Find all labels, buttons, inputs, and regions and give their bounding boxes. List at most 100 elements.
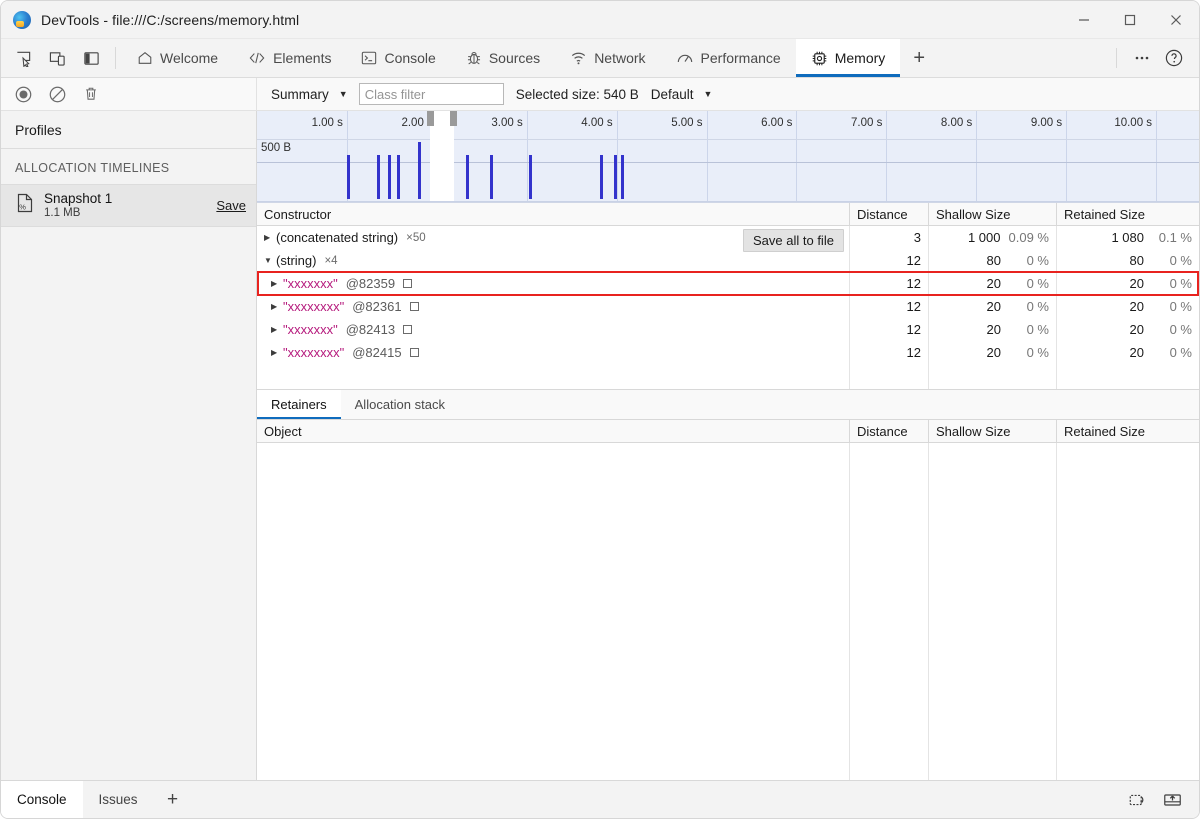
chevron-down-icon[interactable]: ▼ [264,257,276,265]
restore-drawer-icon[interactable] [1123,785,1153,815]
size-percent: 0 % [1009,299,1049,314]
timeline-bar [600,155,603,199]
timeline-y-label: 500 B [261,142,291,154]
bottom-drawer: Console Issues + [1,780,1199,818]
column-header-shallow-size[interactable]: Shallow Size [929,420,1057,442]
size-value: 20 [1130,345,1144,360]
reveal-object-icon[interactable] [403,279,412,288]
tab-allocation-stack[interactable]: Allocation stack [341,390,459,419]
reveal-object-icon[interactable] [410,302,419,311]
tab-elements[interactable]: Elements [233,39,346,77]
table-row[interactable]: ▶(concatenated string)×5031 0000.09 %1 0… [257,226,1199,249]
timeline-window-handle-left[interactable] [427,111,434,126]
view-mode-select[interactable]: Summary ▼ [267,85,351,104]
save-all-to-file-button[interactable]: Save all to file [743,229,844,252]
chevron-right-icon[interactable]: ▶ [271,303,283,311]
tab-network[interactable]: Network [555,39,660,77]
column-header-distance[interactable]: Distance [850,203,929,225]
cell-retained-size: 1 080 0.1 % [1057,226,1199,249]
cell-retained-size: 800 % [1057,249,1199,272]
column-header-retained-size[interactable]: Retained Size [1057,203,1199,225]
cell-constructor: ▼(string)×4 [257,249,850,272]
drawer-add-tab-button[interactable]: + [154,781,192,818]
column-header-object[interactable]: Object [257,420,850,442]
tab-performance[interactable]: Performance [661,39,796,77]
profiles-sidebar: Profiles ALLOCATION TIMELINES % Snapshot… [1,111,257,780]
tab-label: Console [17,792,67,807]
code-brackets-icon [248,50,266,66]
tab-retainers[interactable]: Retainers [257,390,341,419]
chevron-right-icon[interactable]: ▶ [271,326,283,334]
reveal-object-icon[interactable] [410,348,419,357]
reveal-object-icon[interactable] [403,325,412,334]
tab-console[interactable]: Console [346,39,450,77]
size-percent: 0.1 % [1152,230,1192,245]
timeline-gridline [707,111,708,202]
more-vertical-icon[interactable] [1127,43,1157,73]
tab-welcome[interactable]: Welcome [122,39,233,77]
cell-shallow-size: 20 0 % [929,295,1057,318]
clear-icon[interactable] [43,81,71,107]
column-header-shallow-size[interactable]: Shallow Size [929,203,1057,225]
base-snapshot-select[interactable]: Default ▼ [647,85,716,104]
minimize-icon[interactable] [1061,1,1107,39]
devtools-window: DevTools - file:///C:/screens/memory.htm… [0,0,1200,819]
size-value: 1 000 [968,230,1001,245]
object-value: "xxxxxxx" [283,322,338,337]
inspect-element-icon[interactable] [9,44,37,72]
timeline-tick-label: 3.00 s [491,117,526,129]
drawer-tab-issues[interactable]: Issues [83,781,154,818]
record-icon[interactable] [9,81,37,107]
timeline-selection-window[interactable] [430,111,454,202]
retainers-distance-column [850,443,929,780]
timeline-window-handle-right[interactable] [450,111,457,126]
help-circle-icon[interactable] [1159,43,1189,73]
tab-sources[interactable]: Sources [451,39,555,77]
trash-icon[interactable] [77,81,105,107]
wifi-icon [570,50,587,66]
drawer-tab-console[interactable]: Console [1,781,83,818]
close-icon[interactable] [1153,1,1199,39]
table-row[interactable]: ▶"xxxxxxx"@8235912200 %200 % [257,272,1199,295]
size-value: 20 [987,345,1001,360]
device-toolbar-icon[interactable] [43,44,71,72]
tab-memory[interactable]: Memory [796,39,901,77]
table-filler-cell [850,364,929,389]
constructor-table: Constructor Distance Shallow Size Retain… [257,203,1199,390]
tab-label: Memory [835,50,886,66]
size-value: 20 [1130,322,1144,337]
dock-side-icon[interactable] [77,44,105,72]
size-value: 20 [1130,276,1144,291]
selected-size-label: Selected size: 540 B [516,87,639,102]
chevron-right-icon[interactable]: ▶ [264,234,276,242]
table-row[interactable]: ▶"xxxxxxx"@8241312200 %200 % [257,318,1199,341]
add-panel-tab-button[interactable]: + [900,39,938,77]
table-row[interactable]: ▶"xxxxxxxx"@8236112200 %200 % [257,295,1199,318]
size-value: 20 [987,299,1001,314]
timeline-tick-label: 9.00 s [1031,117,1066,129]
chevron-right-icon[interactable]: ▶ [271,280,283,288]
size-value: 80 [1130,253,1144,268]
object-id: @82361 [352,299,401,314]
constructor-name: (string) [276,253,316,268]
maximize-icon[interactable] [1107,1,1153,39]
column-header-retained-size[interactable]: Retained Size [1057,420,1199,442]
cell-distance: 12 [850,249,929,272]
size-value: 1 080 [1111,230,1144,245]
class-filter-input[interactable] [359,83,504,105]
table-row[interactable]: ▶"xxxxxxxx"@8241512200 %200 % [257,341,1199,364]
drawer-actions [1123,781,1199,818]
save-profile-link[interactable]: Save [216,198,246,213]
column-header-distance[interactable]: Distance [850,420,929,442]
object-value: "xxxxxxx" [283,276,338,291]
dock-drawer-icon[interactable] [1157,785,1187,815]
constructor-table-header: Constructor Distance Shallow Size Retain… [257,203,1199,226]
table-row[interactable]: ▼(string)×412800 %800 % [257,249,1199,272]
tab-label: Network [594,50,645,66]
timeline-bar [621,155,624,199]
chevron-right-icon[interactable]: ▶ [271,349,283,357]
timeline-bar [377,155,380,199]
sidebar-item-snapshot-1[interactable]: % Snapshot 1 1.1 MB Save [1,184,256,227]
column-header-constructor[interactable]: Constructor [257,203,850,225]
allocation-timeline-chart[interactable]: 1.00 s2.00 s3.00 s4.00 s5.00 s6.00 s7.00… [257,111,1199,203]
